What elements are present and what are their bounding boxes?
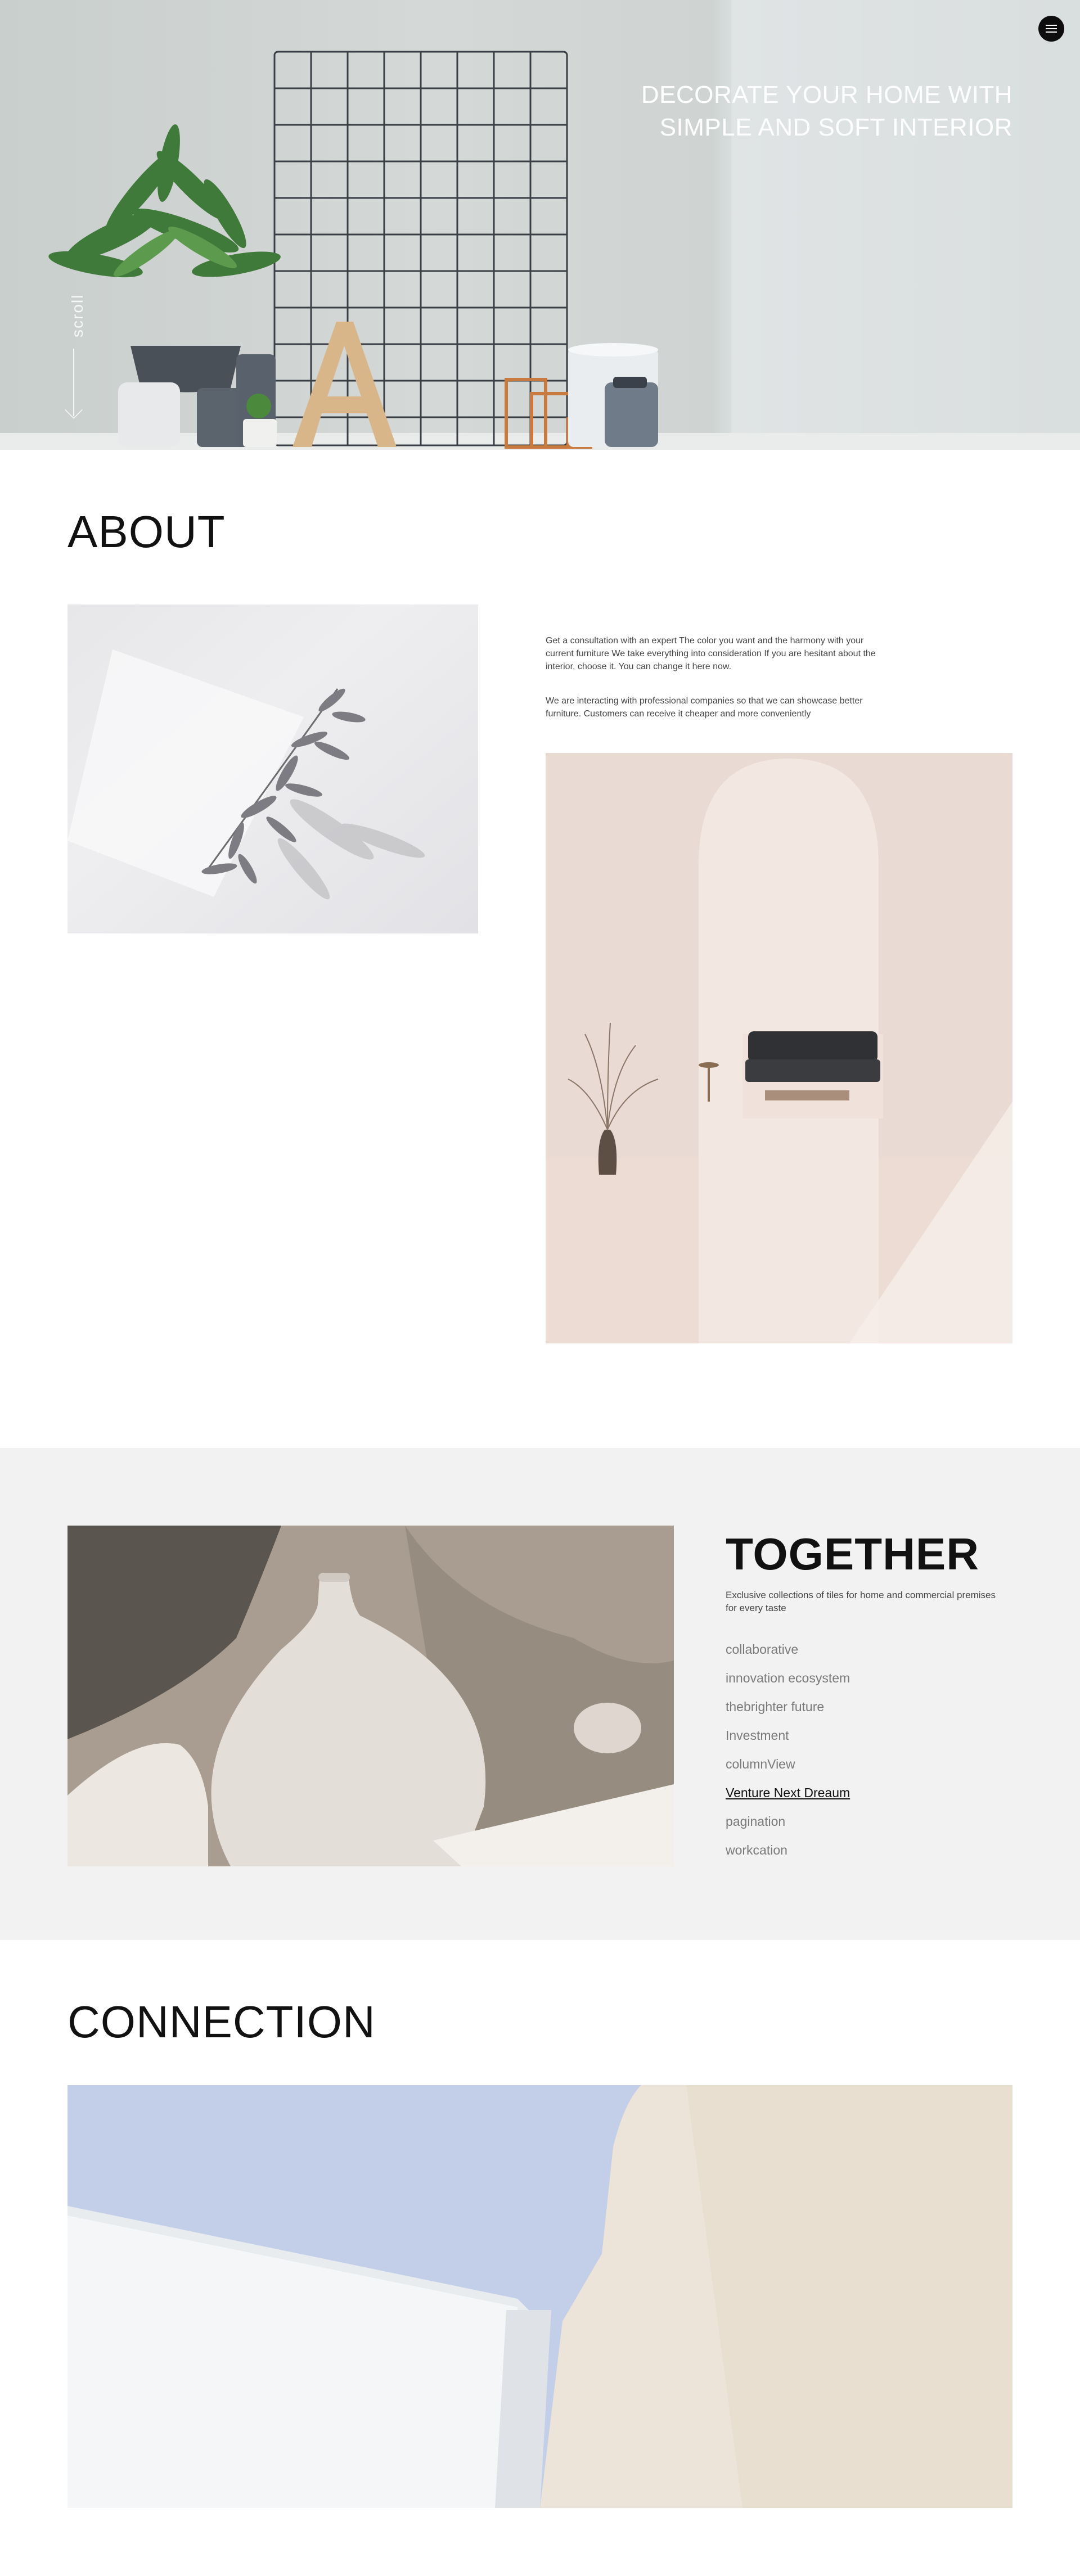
scroll-label: scroll <box>69 294 86 337</box>
about-title: ABOUT <box>68 507 226 557</box>
together-link-columnview[interactable]: columnView <box>726 1757 850 1785</box>
connection-architecture-image <box>68 2085 1012 2508</box>
about-paragraph-1: Get a consultation with an expert The co… <box>546 636 876 671</box>
hero-section: DECORATE YOUR HOME WITH SIMPLE AND SOFT … <box>0 0 1080 450</box>
together-vase-image <box>68 1526 674 1866</box>
together-link-collaborative[interactable]: collaborative <box>726 1642 850 1671</box>
together-link-list: collaborative innovation ecosystem thebr… <box>726 1642 850 1871</box>
together-link-innovation-ecosystem[interactable]: innovation ecosystem <box>726 1671 850 1699</box>
about-arch-room-image <box>546 753 1012 1343</box>
together-link-venture-next-dreaum[interactable]: Venture Next Dreaum <box>726 1785 850 1814</box>
scroll-indicator[interactable]: scroll <box>63 287 86 422</box>
menu-button[interactable] <box>1038 16 1064 42</box>
together-description: Exclusive collections of tiles for home … <box>726 1590 996 1613</box>
together-link-workcation[interactable]: workcation <box>726 1843 850 1871</box>
hero-still-life-image <box>48 51 658 449</box>
hero-title-line-2: SIMPLE AND SOFT INTERIOR <box>659 114 1012 141</box>
hamburger-menu-icon <box>1046 25 1057 26</box>
together-title: TOGETHER <box>726 1529 980 1579</box>
about-plant-image <box>68 604 478 933</box>
together-link-investment[interactable]: Investment <box>726 1728 850 1757</box>
arrow-down-icon <box>65 401 83 419</box>
together-link-pagination[interactable]: pagination <box>726 1814 850 1843</box>
hero-title: DECORATE YOUR HOME WITH SIMPLE AND SOFT … <box>641 79 1012 144</box>
hero-title-line-1: DECORATE YOUR HOME WITH <box>641 81 1012 109</box>
together-link-thebrighter-future[interactable]: thebrighter future <box>726 1699 850 1728</box>
connection-title: CONNECTION <box>68 1997 376 2047</box>
about-paragraph-2: We are interacting with professional com… <box>546 696 863 719</box>
